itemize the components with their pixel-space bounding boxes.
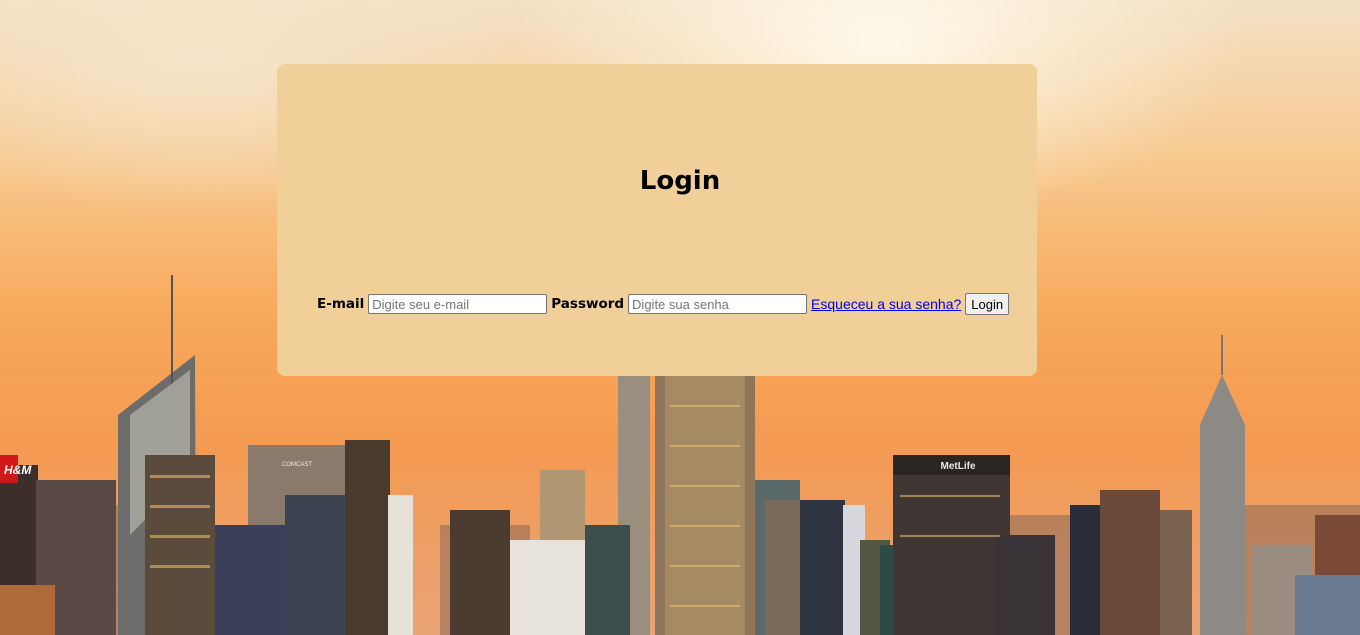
login-card — [277, 64, 1037, 376]
password-label: Password — [551, 296, 625, 312]
metlife-sign: MetLife — [941, 461, 976, 472]
email-input[interactable] — [368, 294, 548, 314]
forgot-password-link[interactable]: Esqueceu a sua senha? — [811, 296, 961, 312]
login-button[interactable]: Login — [965, 293, 1010, 315]
login-form: E-mail Password Esqueceu a sua senha? Lo… — [317, 293, 1010, 315]
password-input[interactable] — [628, 294, 808, 314]
comcast-sign: COMCAST — [282, 462, 312, 468]
email-label: E-mail — [317, 296, 365, 312]
hm-sign: H&M — [4, 463, 32, 477]
page-title: Login — [639, 166, 721, 196]
